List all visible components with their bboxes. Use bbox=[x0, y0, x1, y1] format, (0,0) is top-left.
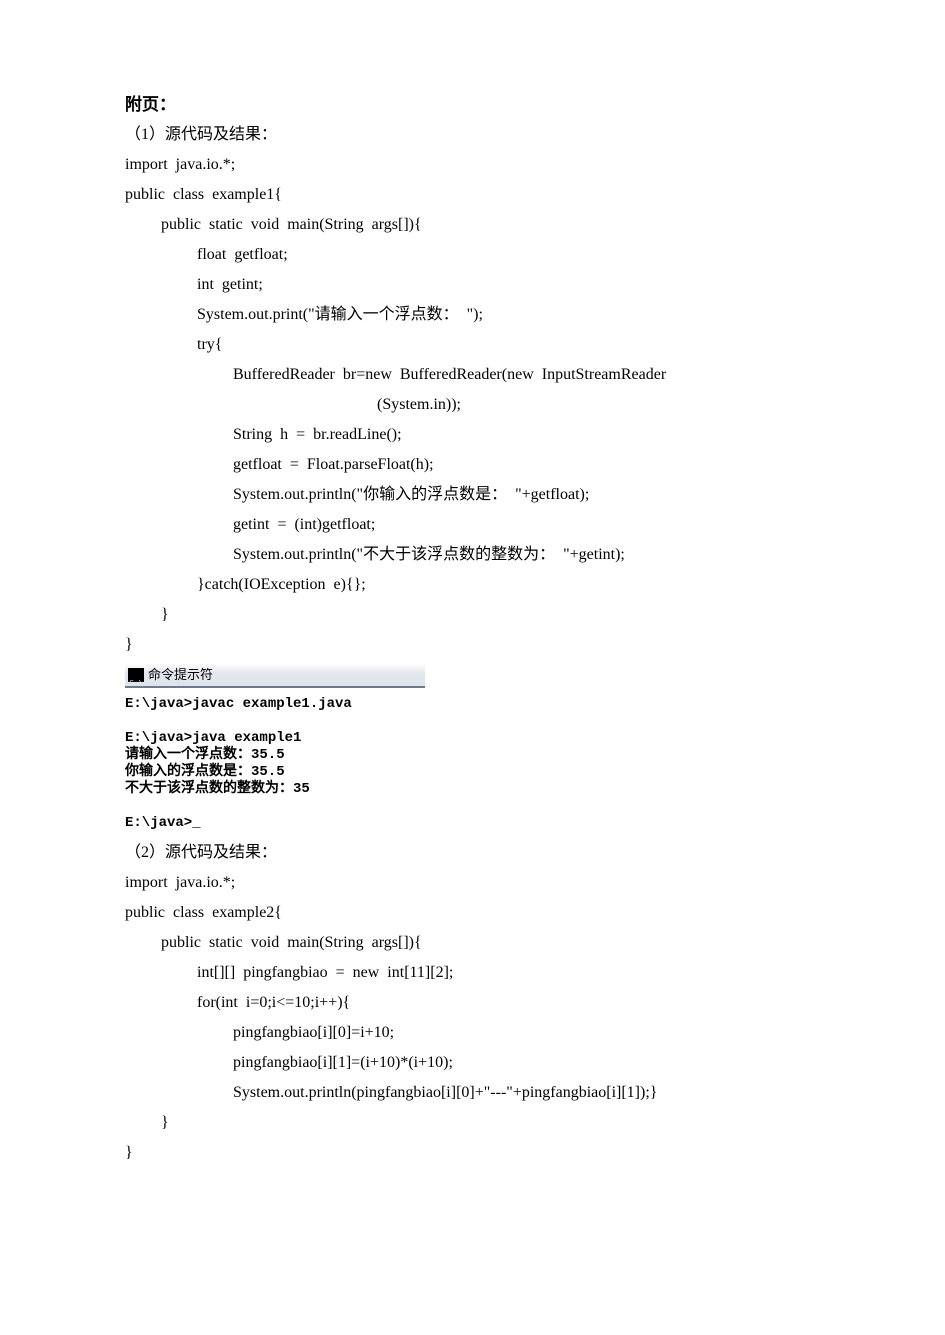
code-line: int[][] pingfangbiao = new int[11][2]; bbox=[125, 958, 825, 988]
code-line: String h = br.readLine(); bbox=[125, 420, 825, 450]
code-line: public class example2{ bbox=[125, 898, 825, 928]
code-block-1: import java.io.*; public class example1{… bbox=[125, 150, 825, 660]
code-line: System.out.println("你输入的浮点数是： "+getfloat… bbox=[125, 480, 825, 510]
code-line: (System.in)); bbox=[125, 390, 825, 420]
code-line: import java.io.*; bbox=[125, 150, 825, 180]
code-line: getfloat = Float.parseFloat(h); bbox=[125, 450, 825, 480]
code-line: System.out.println("不大于该浮点数的整数为： "+getin… bbox=[125, 540, 825, 570]
command-prompt-window: 命令提示符 E:\java>javac example1.java E:\jav… bbox=[125, 664, 425, 832]
code-line: import java.io.*; bbox=[125, 868, 825, 898]
section-2-title: （2）源代码及结果： bbox=[125, 838, 825, 868]
command-prompt-output: E:\java>javac example1.java E:\java>java… bbox=[125, 688, 425, 832]
code-line: try{ bbox=[125, 330, 825, 360]
code-line: public static void main(String args[]){ bbox=[125, 210, 825, 240]
code-line: for(int i=0;i<=10;i++){ bbox=[125, 988, 825, 1018]
section-1-title: （1）源代码及结果： bbox=[125, 120, 825, 150]
code-line: } bbox=[125, 600, 825, 630]
code-line: public static void main(String args[]){ bbox=[125, 928, 825, 958]
code-line: } bbox=[125, 1138, 825, 1168]
code-line: int getint; bbox=[125, 270, 825, 300]
code-line: } bbox=[125, 1108, 825, 1138]
appendix-heading: 附页： bbox=[125, 90, 825, 120]
code-line: }catch(IOException e){}; bbox=[125, 570, 825, 600]
code-line: System.out.print("请输入一个浮点数： "); bbox=[125, 300, 825, 330]
document-page: 附页： （1）源代码及结果： import java.io.*; public … bbox=[0, 0, 825, 1168]
code-line: getint = (int)getfloat; bbox=[125, 510, 825, 540]
command-prompt-title: 命令提示符 bbox=[148, 660, 213, 690]
code-line: float getfloat; bbox=[125, 240, 825, 270]
code-line: System.out.println(pingfangbiao[i][0]+"-… bbox=[125, 1078, 825, 1108]
code-line: } bbox=[125, 630, 825, 660]
code-line: pingfangbiao[i][1]=(i+10)*(i+10); bbox=[125, 1048, 825, 1078]
command-prompt-icon bbox=[128, 668, 144, 682]
code-line: public class example1{ bbox=[125, 180, 825, 210]
code-line: pingfangbiao[i][0]=i+10; bbox=[125, 1018, 825, 1048]
code-block-2: import java.io.*; public class example2{… bbox=[125, 868, 825, 1168]
command-prompt-titlebar: 命令提示符 bbox=[125, 664, 425, 688]
code-line: BufferedReader br=new BufferedReader(new… bbox=[125, 360, 825, 390]
